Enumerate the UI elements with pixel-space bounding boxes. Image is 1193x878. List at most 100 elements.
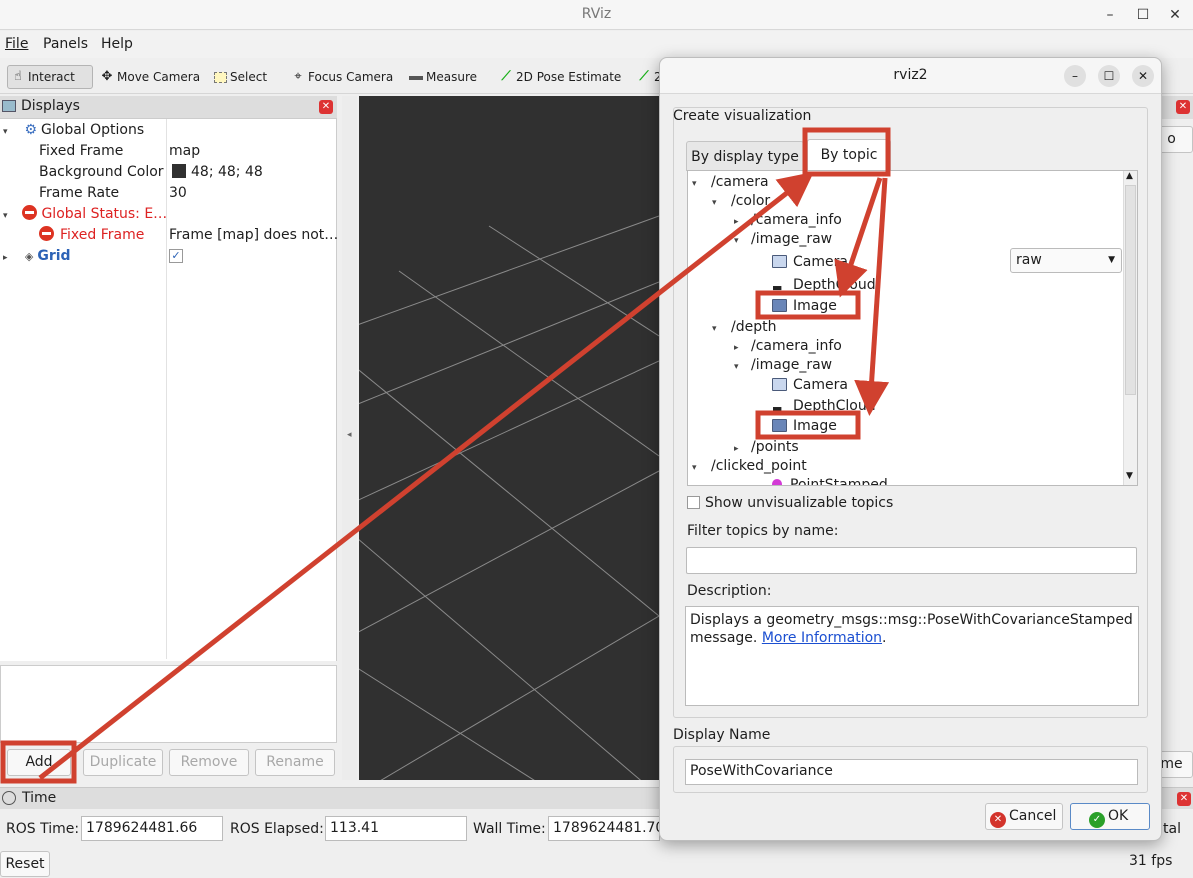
dialog-maximize-icon[interactable]: ☐ — [1098, 65, 1120, 87]
grid-row[interactable]: ▸ ◈ Grid — [3, 246, 71, 267]
camera-icon — [772, 378, 787, 391]
tree-item-depth[interactable]: ▾ /depth — [712, 317, 776, 337]
tree-label: /camera — [711, 174, 769, 190]
ros-elapsed-field[interactable]: 113.41 — [325, 816, 467, 841]
display-name-input[interactable]: PoseWithCovariance — [685, 759, 1138, 785]
menu-file[interactable]: File — [5, 36, 28, 52]
wall-time-field[interactable]: 1789624481.70 — [548, 816, 660, 841]
ok-button[interactable]: ✓ OK — [1070, 803, 1150, 830]
tree-item-depth-camera[interactable]: Camera — [772, 375, 848, 395]
fixed-frame-value[interactable]: map — [169, 141, 200, 162]
global-options-row[interactable]: ▾ ⚙ Global Options — [3, 120, 144, 141]
close-panel-icon[interactable]: ✕ — [1176, 100, 1190, 114]
scroll-thumb[interactable] — [1125, 185, 1136, 395]
tree-item-color-camera-info[interactable]: ▸/camera_info — [734, 210, 842, 230]
collapse-arrow-icon[interactable]: ▸ — [3, 248, 15, 269]
tool-2d-pose-estimate[interactable]: ⟋ 2D Pose Estimate — [496, 65, 621, 89]
tree-item-clicked-point[interactable]: ▾ /clicked_point — [692, 456, 807, 476]
grid-checkbox[interactable]: ✓ — [169, 249, 183, 263]
expand-arrow-icon[interactable]: ▾ — [712, 193, 724, 213]
tool-interact[interactable]: ☝ Interact — [7, 65, 93, 89]
tree-item-points[interactable]: ▸/points — [734, 437, 799, 457]
create-visualization-label: Create visualization — [673, 108, 812, 124]
tree-item-color-depthcloud[interactable]: ▬ DepthCloud — [772, 275, 876, 295]
dialog-minimize-icon[interactable]: – — [1064, 65, 1086, 87]
tool-move-camera[interactable]: ✥ Move Camera — [97, 65, 201, 89]
right-panel-bottom-label: me — [1160, 756, 1183, 772]
minimize-icon[interactable]: – — [1100, 5, 1120, 25]
tree-item-depth-depthcloud[interactable]: ▬ DepthCloud — [772, 396, 876, 416]
tool-focus-camera[interactable]: ⌖ Focus Camera — [288, 65, 393, 89]
ok-label: OK — [1108, 808, 1129, 824]
close-panel-icon[interactable]: ✕ — [1177, 792, 1191, 806]
tree-item-color-camera[interactable]: Camera — [772, 252, 848, 272]
focus-camera-icon: ⌖ — [294, 69, 302, 84]
ros-time-label: ROS Time: — [6, 821, 80, 837]
close-icon[interactable]: ✕ — [1165, 5, 1185, 25]
tool-select[interactable]: Select — [211, 65, 267, 89]
tree-item-depth-camera-info[interactable]: ▸/camera_info — [734, 336, 842, 356]
panel-splitter[interactable]: ◂ — [342, 96, 357, 780]
tree-label: DepthCloud — [793, 398, 876, 414]
expand-arrow-icon[interactable]: ▾ — [712, 319, 724, 339]
display-description-area — [0, 665, 337, 743]
scroll-down-icon[interactable]: ▼ — [1126, 471, 1133, 481]
description-label: Description: — [687, 583, 772, 599]
tree-label: /image_raw — [751, 357, 833, 373]
expand-arrow-icon[interactable]: ▾ — [3, 122, 15, 143]
reset-button[interactable]: Reset — [0, 851, 50, 877]
add-button[interactable]: Add — [7, 749, 71, 776]
tree-item-point-stamped[interactable]: PointStamped — [772, 475, 888, 485]
more-information-link[interactable]: More Information — [762, 630, 882, 646]
tree-item-depth-image-raw[interactable]: ▾ /image_raw — [734, 355, 832, 375]
window-title: RViz — [581, 6, 612, 22]
property-divider — [166, 119, 167, 659]
background-color-value[interactable]: 48; 48; 48 — [172, 162, 263, 183]
expand-arrow-icon[interactable]: ▾ — [692, 458, 704, 478]
frame-rate-value[interactable]: 30 — [169, 183, 187, 204]
tree-item-camera[interactable]: ▾ /camera — [692, 172, 769, 192]
global-status-row[interactable]: ▾ Global Status: E… — [3, 204, 167, 225]
expand-arrow-icon[interactable]: ▾ — [692, 174, 704, 194]
transport-select-value: raw — [1016, 252, 1042, 268]
tree-item-color-image[interactable]: Image — [772, 296, 837, 316]
tree-scrollbar[interactable]: ▲ ▼ — [1123, 171, 1137, 485]
topic-tree[interactable]: ▾ /camera ▾ /color ▸/camera_info ▾ /image_r… — [687, 170, 1138, 486]
tab-by-topic[interactable]: By topic — [807, 139, 891, 171]
description-box: Displays a geometry_msgs::msg::PoseWithC… — [685, 606, 1139, 706]
status-fixed-frame-label: Fixed Frame — [60, 227, 145, 243]
splitter-arrow-icon[interactable]: ◂ — [347, 430, 352, 440]
tab-by-display-type[interactable]: By display type — [686, 141, 804, 171]
tree-item-color-image-raw[interactable]: ▾ /image_raw — [734, 229, 832, 249]
menu-help[interactable]: Help — [101, 36, 133, 52]
maximize-icon[interactable]: ☐ — [1133, 5, 1153, 25]
tool-label: Focus Camera — [308, 70, 394, 84]
status-fixed-frame-value: Frame [map] does not… — [169, 227, 339, 243]
duplicate-button[interactable]: Duplicate — [83, 749, 163, 776]
tool-2d-goal-pose[interactable]: ⟋ 2 — [634, 65, 661, 89]
tree-label: DepthCloud — [793, 277, 876, 293]
expand-arrow-icon[interactable]: ▾ — [3, 206, 15, 227]
color-swatch — [172, 164, 186, 178]
cancel-button[interactable]: ✕ Cancel — [985, 803, 1063, 830]
tree-item-color[interactable]: ▾ /color — [712, 191, 770, 211]
ros-time-field[interactable]: 1789624481.66 — [81, 816, 223, 841]
tool-measure[interactable]: Measure — [406, 65, 477, 89]
rename-button[interactable]: Rename — [255, 749, 335, 776]
tree-item-depth-image[interactable]: Image — [772, 416, 837, 436]
expand-arrow-icon[interactable]: ▾ — [734, 231, 746, 251]
filter-input[interactable] — [686, 547, 1137, 574]
show-unvisualizable-row[interactable]: Show unvisualizable topics — [687, 493, 893, 514]
unvisualizable-checkbox[interactable] — [687, 496, 700, 509]
transport-select[interactable]: raw ▼ — [1010, 248, 1122, 273]
measure-icon — [409, 76, 423, 80]
remove-button[interactable]: Remove — [169, 749, 249, 776]
3d-viewport[interactable] — [359, 96, 659, 780]
gear-icon: ⚙ — [24, 122, 38, 138]
status-fixed-frame-row[interactable]: Fixed Frame — [39, 225, 144, 246]
scroll-up-icon[interactable]: ▲ — [1126, 171, 1133, 181]
menu-panels[interactable]: Panels — [43, 36, 88, 52]
expand-arrow-icon[interactable]: ▾ — [734, 357, 746, 377]
close-panel-icon[interactable]: ✕ — [319, 100, 333, 114]
dialog-close-icon[interactable]: ✕ — [1132, 65, 1154, 87]
